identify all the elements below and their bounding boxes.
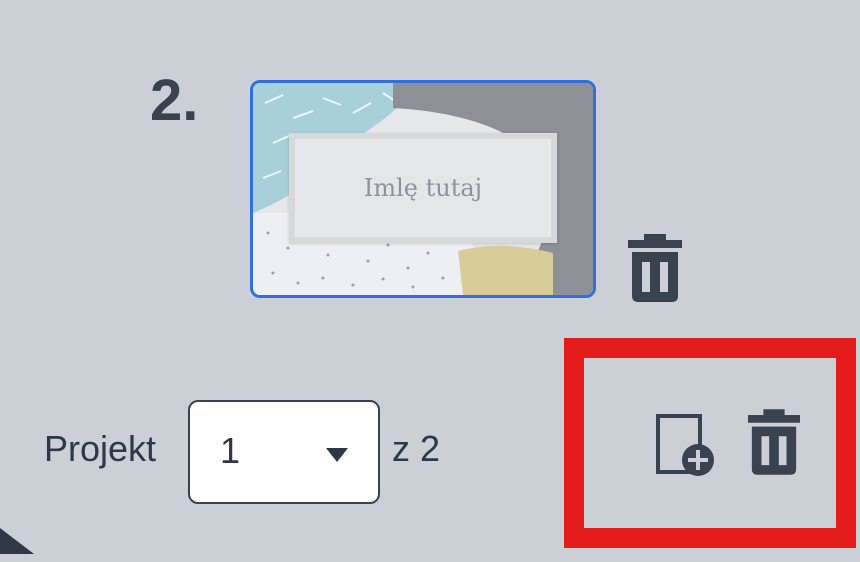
project-total: z 2 xyxy=(392,428,441,469)
delete-project-trash-icon[interactable] xyxy=(748,408,800,476)
project-label: Projekt xyxy=(44,428,157,469)
delete-page-trash-icon[interactable] xyxy=(628,234,682,302)
add-page-icon[interactable] xyxy=(656,414,718,478)
page-thumbnail[interactable]: Imlę tutaj xyxy=(250,80,596,298)
resize-handle-icon[interactable] xyxy=(0,528,34,554)
project-select-value: 1 xyxy=(220,430,241,471)
dropdown-arrow-icon xyxy=(326,448,348,462)
project-select[interactable]: 1 xyxy=(188,400,380,504)
name-placeholder: Imlę tutaj xyxy=(289,133,557,243)
page-number: 2. xyxy=(150,68,199,133)
